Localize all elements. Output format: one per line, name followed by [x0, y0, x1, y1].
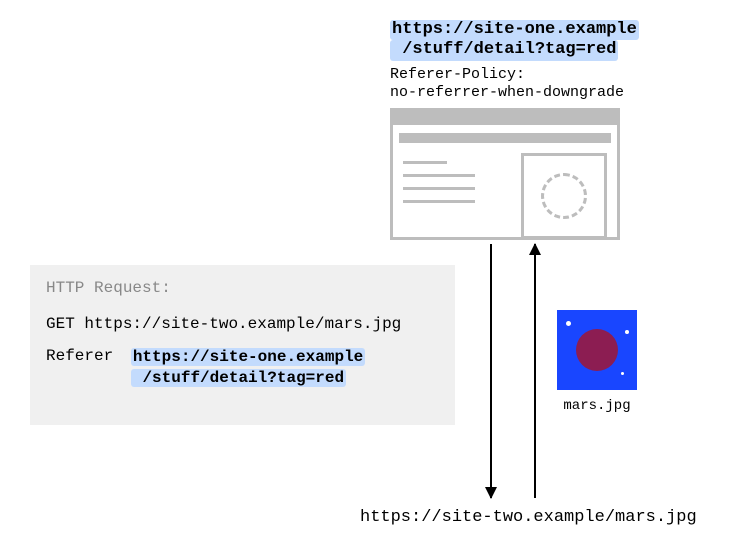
text-lines-icon: [403, 161, 475, 213]
resource-url: https://site-two.example/mars.jpg: [360, 508, 697, 527]
http-referer-line: Referer https://site-one.example /stuff/…: [46, 347, 439, 389]
mars-caption: mars.jpg: [557, 398, 637, 414]
http-method: GET: [46, 315, 75, 333]
http-request-label: HTTP Request:: [46, 279, 439, 297]
page-url-line2: /stuff/detail?tag=red: [390, 40, 618, 60]
referrer-policy-label: Referer-Policy:: [390, 66, 525, 83]
page-url-line1: https://site-one.example: [390, 20, 639, 40]
mars-picture-icon: [557, 310, 637, 390]
http-request-url: https://site-two.example/mars.jpg: [84, 315, 401, 333]
mars-image: mars.jpg: [557, 310, 637, 414]
referrer-policy-value: no-referrer-when-downgrade: [390, 84, 624, 101]
browser-window-icon: [390, 108, 620, 240]
image-placeholder-icon: [521, 153, 607, 239]
referer-url-line2: /stuff/detail?tag=red: [131, 369, 346, 387]
referer-url-line1: https://site-one.example: [131, 348, 365, 366]
page-url: https://site-one.example /stuff/detail?t…: [390, 20, 639, 61]
request-arrow-icon: [490, 244, 492, 498]
diagram: https://site-one.example /stuff/detail?t…: [0, 0, 744, 544]
http-request-box: HTTP Request: GET https://site-two.examp…: [30, 265, 455, 425]
referrer-policy: Referer-Policy: no-referrer-when-downgra…: [390, 66, 624, 102]
http-referer-label: Referer: [46, 347, 113, 365]
response-arrow-icon: [534, 244, 536, 498]
http-request-line: GET https://site-two.example/mars.jpg: [46, 315, 439, 333]
